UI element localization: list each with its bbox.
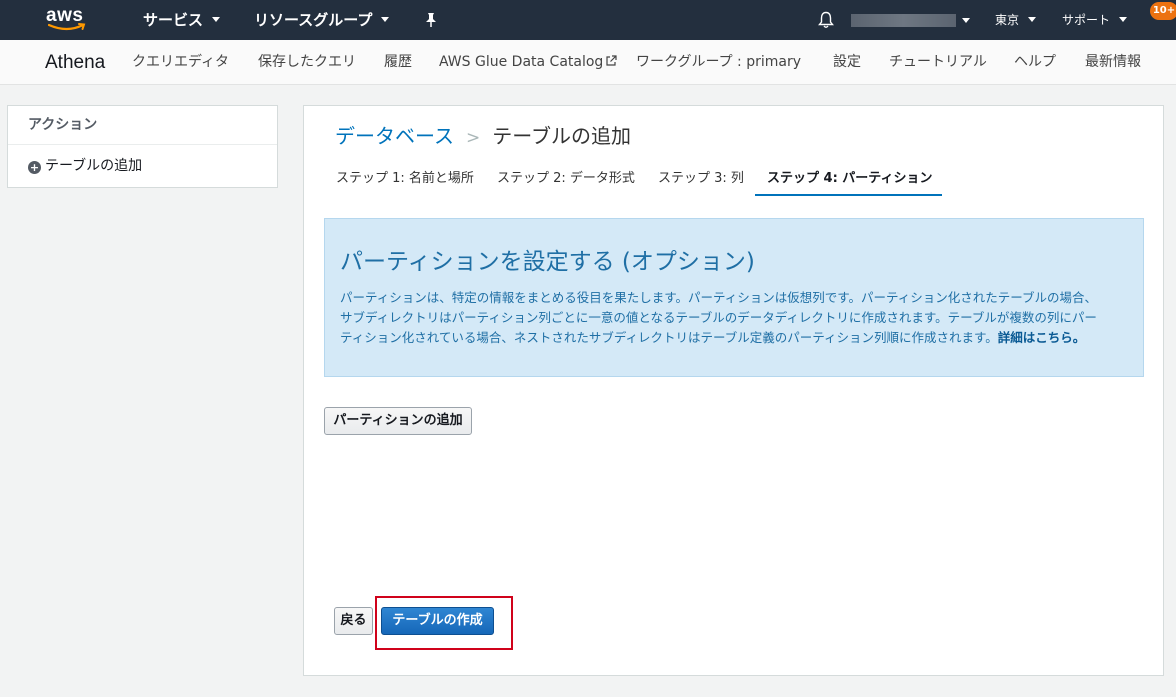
learn-more-link[interactable]: 詳細はこちら。 [998,330,1086,345]
add-table-label: テーブルの追加 [45,158,143,174]
service-title[interactable]: Athena [45,40,105,85]
resource-groups-menu[interactable]: リソースグループ [254,0,390,40]
breadcrumb-separator: > [466,128,481,148]
chevron-down-icon[interactable] [962,18,970,23]
nav-whats-new[interactable]: 最新情報 [1085,40,1141,85]
nav-help[interactable]: ヘルプ [1014,40,1056,85]
resource-groups-label: リソースグループ [254,11,373,29]
region-menu[interactable]: 東京 [995,0,1037,40]
breadcrumb: データベース > テーブルの追加 [335,120,631,149]
aws-smile-icon [48,23,86,31]
chevron-down-icon [1119,17,1128,22]
actions-panel: アクション + テーブルの追加 [7,105,278,188]
nav-workgroup[interactable]: ワークグループ : primary [636,40,801,85]
nav-history[interactable]: 履歴 [384,40,412,85]
add-table-action[interactable]: + テーブルの追加 [8,145,277,187]
chevron-down-icon [381,17,390,22]
chevron-down-icon [212,17,221,22]
add-partition-button[interactable]: パーティションの追加 [324,407,472,435]
athena-sub-nav: Athena クエリエディタ 保存したクエリ 履歴 AWS Glue Data … [0,40,1176,85]
pin-icon[interactable] [424,12,438,28]
support-menu[interactable]: サポート [1062,0,1128,40]
support-label: サポート [1062,13,1111,27]
nav-tutorial[interactable]: チュートリアル [889,40,987,85]
info-body-text: パーティションは、特定の情報をまとめる役目を果たします。パーティションは仮想列で… [340,290,1098,345]
external-link-icon [606,55,617,66]
info-title: パーティションを設定する (オプション) [340,249,755,275]
chevron-down-icon [1028,17,1037,22]
breadcrumb-database-link[interactable]: データベース [335,124,454,148]
services-label: サービス [143,11,204,29]
tab-step-2[interactable]: ステップ 2: データ形式 [497,166,635,196]
tab-step-1[interactable]: ステップ 1: 名前と場所 [336,166,474,196]
breadcrumb-current: テーブルの追加 [492,124,632,148]
info-body: パーティションは、特定の情報をまとめる役目を果たします。パーティションは仮想列で… [340,288,1108,348]
tab-step-3[interactable]: ステップ 3: 列 [658,166,744,196]
nav-query-editor[interactable]: クエリエディタ [132,40,229,85]
aws-logo[interactable]: aws [46,5,90,35]
plus-circle-icon: + [28,161,41,174]
partition-info-box: パーティションを設定する (オプション) パーティションは、特定の情報をまとめる… [324,218,1144,377]
bell-icon[interactable] [818,11,834,29]
highlight-annotation [375,596,513,650]
top-nav-bar: aws サービス リソースグループ 東京 サポート [0,0,1176,40]
back-button[interactable]: 戻る [334,607,373,635]
services-menu[interactable]: サービス [143,0,221,40]
nav-glue-data-catalog[interactable]: AWS Glue Data Catalog [439,40,617,85]
notification-badge: 10+ [1150,2,1176,20]
nav-settings[interactable]: 設定 [833,40,861,85]
tab-step-4[interactable]: ステップ 4: パーティション [755,166,942,196]
account-name-redacted[interactable] [851,14,956,27]
add-table-wizard: データベース > テーブルの追加 ステップ 1: 名前と場所 ステップ 2: データ… [303,105,1164,676]
nav-glue-data-catalog-label: AWS Glue Data Catalog [439,54,604,70]
nav-saved-queries[interactable]: 保存したクエリ [258,40,356,85]
region-label: 東京 [995,13,1020,27]
actions-heading: アクション [8,106,277,145]
